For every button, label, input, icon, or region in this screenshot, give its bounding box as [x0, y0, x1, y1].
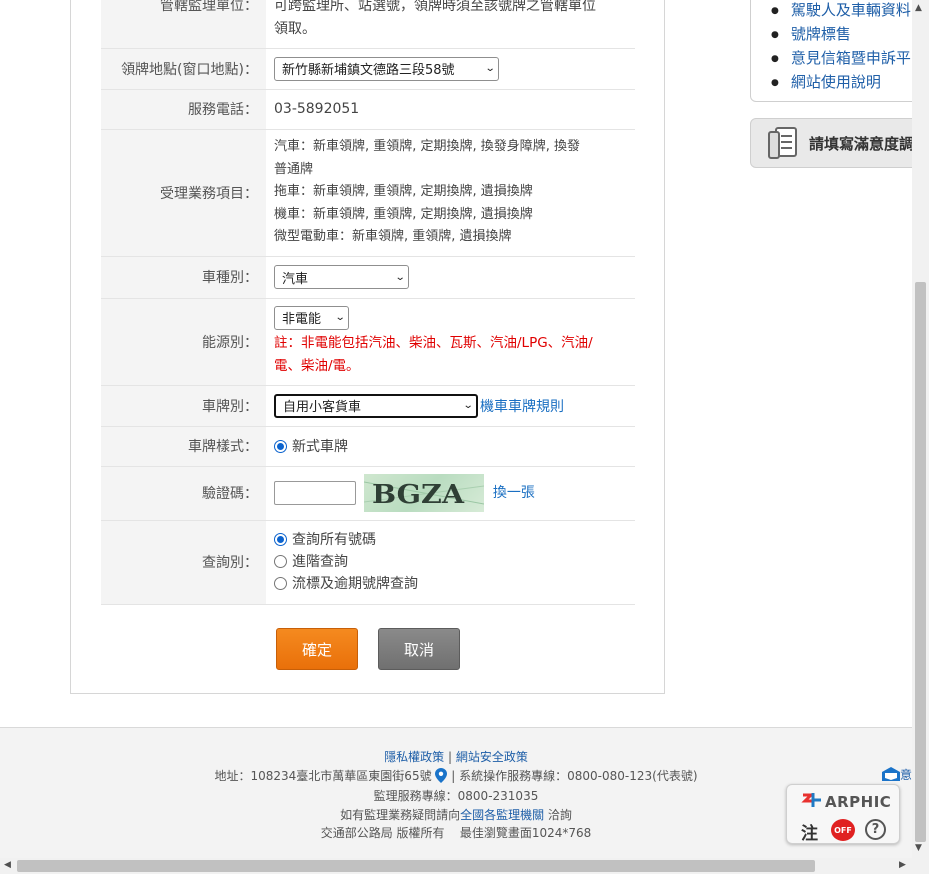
energy-note: 註：非電能包括汽油、柴油、瓦斯、汽油/LPG、汽油/ 電、柴油/電。 [274, 332, 634, 378]
plate-style-radio[interactable] [274, 440, 287, 453]
sidebar-link-driver-vehicle[interactable]: 駕駛人及車輛資料 [771, 0, 911, 22]
query-type-label: 查詢別： [101, 520, 266, 605]
footer-mail-label: 意 [900, 768, 913, 782]
footer-copyright: 交通部公路局 版權所有 [320, 826, 445, 840]
query-radio-expired[interactable] [274, 577, 287, 590]
energy-note-line1: 註：非電能包括汽油、柴油、瓦斯、汽油/LPG、汽油/ [274, 334, 593, 351]
energy-note-line2: 電、柴油/電。 [274, 357, 360, 374]
site-footer: 隱私權政策 | 網站安全政策 地址：108234臺北市萬華區東園街65號 | 系… [0, 727, 912, 858]
services-line: 普通牌 [274, 161, 314, 177]
confirm-button[interactable]: 確定 [276, 628, 358, 670]
arphic-off-toggle[interactable]: OFF [831, 819, 855, 841]
captcha-input[interactable] [274, 481, 356, 505]
help-icon[interactable]: ? [865, 819, 886, 840]
footer-address-line: 地址：108234臺北市萬華區東園街65號 | 系統操作服務專線：0800-08… [0, 767, 912, 784]
footer-separator: | [447, 750, 453, 764]
scroll-right-arrow-icon[interactable]: ▶ [899, 860, 906, 870]
captcha-label: 驗證碼： [101, 466, 266, 521]
footer-address: 地址：108234臺北市萬華區東園街65號 [214, 769, 432, 783]
vehicle-type-value: 汽車 [282, 271, 309, 287]
jurisdiction-note: 可跨監理所、站選號，領牌時須至該號牌之管轄單位 領取。 [266, 0, 635, 49]
plate-style-label: 車牌樣式： [101, 426, 266, 467]
survey-button[interactable]: 請填寫滿意度調 [750, 118, 920, 168]
mail-icon [882, 767, 900, 781]
query-radio-advanced[interactable] [274, 555, 287, 568]
plate-style-option: 新式車牌 [292, 439, 348, 455]
energy-label: 能源別： [101, 298, 266, 386]
query-radio-all[interactable] [274, 533, 287, 546]
vertical-scroll-thumb[interactable] [915, 282, 926, 842]
captcha-image: BGZA [364, 474, 485, 512]
chevron-down-icon: ⌄ [462, 400, 474, 411]
footer-best-view: 最佳瀏覽畫面1024*768 [459, 826, 592, 840]
scroll-up-arrow-icon[interactable]: ▲ [915, 3, 922, 13]
footer-inquiry-line: 如有監理業務疑問請向全國各監理機關 洽詢 [0, 806, 912, 823]
sidebar-link-feedback[interactable]: 意見信箱暨申訴平 [771, 46, 911, 70]
query-option-label: 流標及逾期號牌查詢 [292, 576, 418, 592]
vehicle-type-select[interactable]: 汽車 ⌄ [274, 265, 409, 289]
arphic-brand: ARPHIC [825, 793, 892, 811]
services-list: 汽車：新車領牌, 重領牌, 定期換牌, 換發身障牌, 換發 普通牌 拖車：新車領… [266, 129, 635, 257]
sidebar-links: 駕駛人及車輛資料 號牌標售 意見信箱暨申訴平 網站使用說明 [750, 0, 920, 102]
footer-hotline: 系統操作服務專線：0800-080-123(代表號) [459, 769, 698, 783]
footer-service-line: 監理服務專線：0800-231035 [373, 789, 539, 803]
jurisdiction-label: 管轄監理單位： [101, 0, 266, 49]
plate-rules-link[interactable]: 機車車牌規則 [480, 399, 564, 415]
services-line: 汽車：新車領牌, 重領牌, 定期換牌, 換發身障牌, 換發 [274, 139, 581, 155]
query-option-expired[interactable]: 流標及逾期號牌查詢 [274, 573, 634, 595]
footer-mail[interactable]: 意 [882, 766, 912, 783]
services-line: 拖車：新車領牌, 重領牌, 定期換牌, 遺損換牌 [274, 184, 533, 200]
security-policy-link[interactable]: 網站安全政策 [456, 750, 528, 764]
services-line: 微型電動車：新車領牌, 重領牌, 遺損換牌 [274, 229, 512, 245]
captcha-text: BGZA [372, 480, 465, 510]
arphic-zhuyin-label: 注 [801, 824, 818, 844]
plate-type-label: 車牌別： [101, 385, 266, 427]
energy-select[interactable]: 非電能 ⌄ [274, 305, 349, 330]
survey-label: 請填寫滿意度調 [809, 134, 915, 153]
survey-doc-icon [768, 127, 797, 159]
vehicle-type-label: 車種別： [101, 256, 266, 299]
arphic-input-widget[interactable]: ARPHIC 注 OFF ? [786, 784, 900, 844]
plate-query-form: 管轄監理單位： 可跨監理所、站選號，領牌時須至該號牌之管轄單位 領取。 領牌地點… [101, 0, 635, 605]
energy-value: 非電能 [282, 312, 322, 327]
footer-policy-links: 隱私權政策 | 網站安全政策 [0, 748, 912, 765]
footer-inquiry-prefix: 如有監理業務疑問請向 [340, 808, 461, 822]
captcha-refresh-link[interactable]: 換一張 [493, 485, 535, 501]
privacy-policy-link[interactable]: 隱私權政策 [384, 750, 444, 764]
location-pin-icon[interactable] [435, 768, 448, 783]
horizontal-scroll-thumb[interactable] [17, 860, 815, 872]
arphic-logo-icon [801, 793, 821, 807]
location-label: 領牌地點(窗口地點)： [101, 48, 266, 90]
location-select[interactable]: 新竹縣新埔鎮文德路三段58號 ⌄ [274, 56, 499, 81]
query-option-label: 進階查詢 [292, 554, 348, 570]
chevron-down-icon: ⌄ [394, 271, 406, 283]
footer-copyright-line: 交通部公路局 版權所有 最佳瀏覽畫面1024*768 [0, 824, 912, 841]
plate-type-select[interactable]: 自用小客貨車 ⌄ [274, 393, 478, 418]
cancel-button[interactable]: 取消 [378, 628, 460, 670]
sidebar-link-usage-guide[interactable]: 網站使用說明 [771, 70, 911, 94]
sidebar-link-plate-auction[interactable]: 號牌標售 [771, 22, 911, 46]
phone-value: 03-5892051 [266, 89, 635, 130]
phone-label: 服務電話： [101, 89, 266, 130]
query-option-label: 查詢所有號碼 [292, 532, 376, 548]
scroll-left-arrow-icon[interactable]: ◀ [4, 860, 11, 870]
chevron-down-icon: ⌄ [334, 312, 346, 323]
jurisdiction-note-line2: 領取。 [274, 21, 316, 37]
footer-separator: | [451, 769, 456, 783]
query-option-advanced[interactable]: 進階查詢 [274, 551, 634, 573]
services-label: 受理業務項目： [101, 129, 266, 257]
scroll-down-arrow-icon[interactable]: ▼ [915, 843, 922, 853]
plate-type-value: 自用小客貨車 [283, 400, 362, 415]
location-select-value: 新竹縣新埔鎮文德路三段58號 [282, 63, 455, 78]
chevron-down-icon: ⌄ [484, 63, 496, 74]
services-line: 機車：新車領牌, 重領牌, 定期換牌, 遺損換牌 [274, 206, 533, 222]
query-option-all[interactable]: 查詢所有號碼 [274, 529, 634, 551]
footer-inquiry-suffix: 洽詢 [547, 808, 572, 822]
jurisdiction-note-line1: 可跨監理所、站選號，領牌時須至該號牌之管轄單位 [274, 0, 596, 14]
agencies-link[interactable]: 全國各監理機關 [460, 808, 544, 822]
